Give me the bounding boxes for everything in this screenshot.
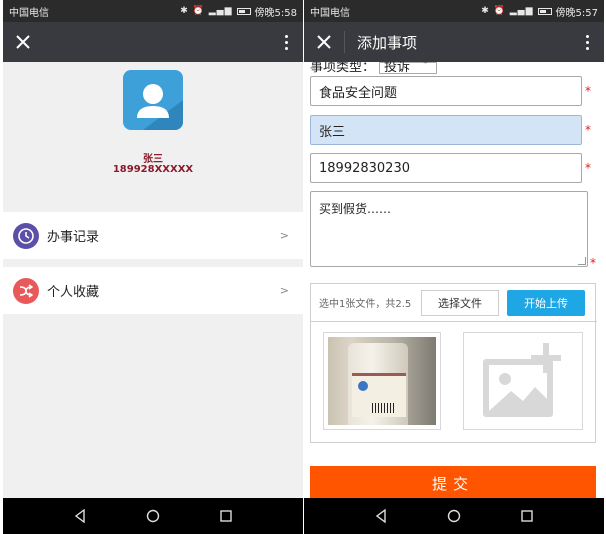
type-value: 投诉 [384,62,411,74]
profile-phone: 189928XXXXX [112,164,194,175]
menu-label-favorites: 个人收藏 [47,285,100,300]
page-title: 添加事项 [357,33,418,52]
clock-label: 傍晚5:57 [555,7,598,19]
type-select[interactable]: 投诉 ﹀ [379,62,438,74]
uploaded-thumbnail[interactable] [323,332,441,430]
upload-status: 选中1张文件，共2.5 [319,299,412,310]
menu-label-records: 办事记录 [47,230,100,245]
status-icons: ✱ ⏰ ▂▄▆ [481,6,534,16]
required-mark: * [585,161,591,175]
more-options-icon[interactable] [570,34,604,50]
menu-item-favorites[interactable]: 个人收藏 > [3,267,303,314]
status-bar: 中国电信 ✱ ⏰ ▂▄▆ 傍晚5:58 [3,0,303,22]
chevron-right-icon: > [279,229,289,242]
clock-history-icon [13,222,39,249]
required-mark: * [590,256,596,270]
close-icon[interactable] [304,22,344,62]
shuffle-icon [13,277,39,304]
home-icon[interactable] [141,504,165,528]
start-upload-button[interactable]: 开始上传 [507,290,585,316]
more-options-icon[interactable] [269,34,303,50]
status-icons: ✱ ⏰ ▂▄▆ [180,6,233,16]
android-nav-bar [304,498,604,534]
type-row: 事项类型： 投诉 ﹀ [310,62,438,74]
home-icon[interactable] [442,504,466,528]
thumbnail-image [328,337,436,425]
back-icon[interactable] [369,504,393,528]
description-text: 买到假货…… [319,202,392,216]
profile-header: 张三 189928XXXXX [3,62,303,212]
close-icon[interactable] [3,22,43,62]
profile-name: 张三 [143,154,163,165]
name-field[interactable]: 张三 [310,115,582,145]
chevron-down-icon: ﹀ [421,62,431,71]
add-item-screen: 中国电信 ✱ ⏰ ▂▄▆ 傍晚5:57 添加事项 事项类型： 投诉 ﹀ 食品安全问题… [304,0,604,534]
title-bar: 添加事项 [304,22,604,62]
description-textarea[interactable]: 买到假货…… [310,191,588,267]
avatar[interactable] [123,70,183,130]
recents-icon[interactable] [214,504,238,528]
submit-button[interactable]: 提交 [310,466,596,500]
phone-field[interactable]: 18992830230 [310,153,582,183]
menu-item-records[interactable]: 办事记录 > [3,212,303,259]
chevron-right-icon: > [279,284,289,297]
carrier-label: 中国电信 [9,7,49,19]
upload-toolbar: 选中1张文件，共2.5 选择文件 开始上传 [311,284,597,322]
choose-file-button[interactable]: 选择文件 [421,290,499,316]
carrier-label: 中国电信 [310,7,350,19]
add-image-icon [483,343,561,417]
recents-icon[interactable] [515,504,539,528]
status-bar: 中国电信 ✱ ⏰ ▂▄▆ 傍晚5:57 [304,0,604,22]
profile-screen: 中国电信 ✱ ⏰ ▂▄▆ 傍晚5:58 张三 189928XXXXX 办事记录 … [3,0,303,534]
android-nav-bar [3,498,303,534]
required-mark: * [585,84,591,98]
screenshot-stage: 中国电信 ✱ ⏰ ▂▄▆ 傍晚5:58 张三 189928XXXXX 办事记录 … [0,0,606,534]
type-label: 事项类型： [310,62,376,74]
title-bar [3,22,303,62]
resize-handle-icon[interactable] [578,257,586,265]
battery-icon [236,7,251,15]
upload-panel: 选中1张文件，共2.5 选择文件 开始上传 [310,283,597,443]
add-image-button[interactable] [463,332,583,430]
subject-field[interactable]: 食品安全问题 [310,76,582,106]
battery-icon [537,7,552,15]
clock-label: 傍晚5:58 [254,7,297,19]
back-icon[interactable] [68,504,92,528]
required-mark: * [585,123,591,137]
